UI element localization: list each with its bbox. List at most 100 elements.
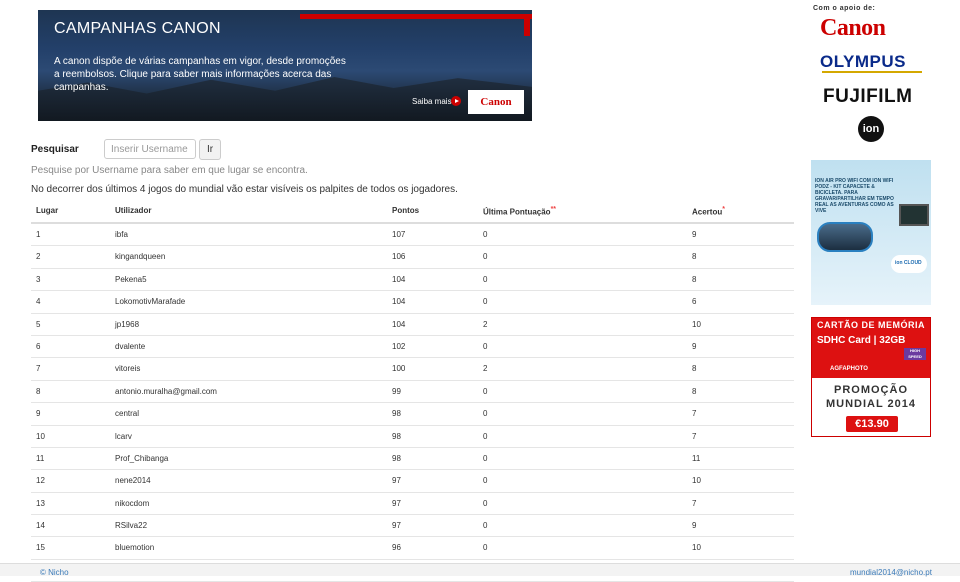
footer-copyright-link[interactable]: © Nicho	[40, 568, 69, 577]
footer-email-link[interactable]: mundial2014@nicho.pt	[850, 568, 932, 577]
cell-ultima: 0	[483, 409, 488, 419]
header-ultima-pontuacao[interactable]: Última Pontuação**	[483, 206, 556, 217]
cell-acertou: 9	[692, 230, 697, 239]
olympus-logo-underline	[822, 71, 922, 73]
table-row: 13 nikocdom 97 0 7	[31, 493, 794, 516]
header-acertou[interactable]: Acertou*	[692, 206, 725, 217]
cell-lugar: 12	[36, 476, 45, 486]
cell-pontos: 98	[392, 431, 401, 441]
cell-acertou: 6	[692, 297, 697, 307]
cell-lugar: 8	[36, 386, 41, 396]
table-row: 12 nene2014 97 0 10	[31, 470, 794, 493]
cell-ultima: 0	[483, 476, 488, 486]
header-pontos[interactable]: Pontos	[392, 206, 419, 215]
ion-logo[interactable]: ion	[858, 116, 884, 142]
cell-acertou: 9	[692, 341, 697, 351]
ion-camera-ad[interactable]: ION AIR PRO WIFI COM ION WIFI PODZ - KIT…	[811, 160, 931, 305]
table-row: 8 antonio.muralha@gmail.com 99 0 8	[31, 381, 794, 404]
ranking-table: Lugar Utilizador Pontos Última Pontuação…	[31, 200, 794, 582]
cell-ultima: 0	[483, 274, 488, 284]
banner-title: CAMPANHAS CANON	[54, 20, 221, 37]
cell-lugar: 2	[36, 252, 41, 262]
olympus-logo[interactable]: OLYMPUS	[820, 52, 906, 72]
table-row: 15 bluemotion 96 0 10	[31, 537, 794, 560]
cell-lugar: 5	[36, 319, 41, 329]
fujifilm-logo[interactable]: FUJIFILM	[823, 86, 913, 108]
header-lugar[interactable]: Lugar	[36, 206, 58, 215]
cell-pontos: 96	[392, 543, 401, 553]
sponsor-label: Com o apoio de:	[813, 5, 876, 12]
table-body: 1 ibfa 107 0 9 2 kingandqueen 106 0 8 3 Pekena5 104 0…	[31, 224, 794, 582]
agfa-price-badge: €13.90	[846, 416, 898, 432]
cell-acertou: 9	[692, 521, 697, 531]
cell-utilizador: central	[115, 409, 140, 419]
banner-cta[interactable]: Saiba mais	[412, 97, 452, 106]
agfa-ad-line2: SDHC Card | 32GB	[817, 335, 906, 346]
cell-acertou: 10	[692, 476, 701, 486]
cell-pontos: 98	[392, 409, 401, 419]
cell-lugar: 7	[36, 364, 41, 374]
cell-acertou: 10	[692, 543, 701, 553]
cell-acertou: 7	[692, 431, 697, 441]
agfaphoto-brand: AGFAPHOTO	[830, 366, 868, 372]
cell-utilizador: dvalente	[115, 341, 146, 351]
header-ultima-label: Última Pontuação	[483, 207, 551, 217]
cell-lugar: 9	[36, 409, 41, 419]
canon-logo[interactable]: Canon	[820, 15, 886, 42]
cell-pontos: 104	[392, 297, 406, 307]
canon-campaign-banner[interactable]: CAMPANHAS CANON A canon dispõe de várias…	[38, 10, 532, 121]
predictions-note: No decorrer dos últimos 4 jogos do mundi…	[31, 184, 458, 195]
search-help-text: Pesquise por Username para saber em que …	[31, 165, 308, 176]
header-acertou-label: Acertou	[692, 207, 723, 217]
cell-utilizador: vitoreis	[115, 364, 141, 374]
cell-ultima: 0	[483, 297, 488, 307]
cell-utilizador: RSilva22	[115, 521, 148, 531]
tablet-icon	[899, 204, 929, 226]
cell-ultima: 0	[483, 386, 488, 396]
cell-lugar: 10	[36, 431, 45, 441]
agfa-promo-line2: MUNDIAL 2014	[825, 398, 917, 410]
cell-utilizador: bluemotion	[115, 543, 155, 553]
agfa-ad-line1: CARTÃO DE MEMÓRIA	[817, 320, 925, 330]
cell-lugar: 1	[36, 230, 41, 239]
cell-utilizador: jp1968	[115, 319, 140, 329]
cell-utilizador: kingandqueen	[115, 252, 166, 262]
cell-lugar: 4	[36, 297, 41, 307]
cell-utilizador: Prof_Chibanga	[115, 453, 169, 463]
agfa-memory-card-ad[interactable]: CARTÃO DE MEMÓRIA SDHC Card | 32GB HIGH …	[811, 317, 931, 437]
cell-pontos: 98	[392, 453, 401, 463]
cell-pontos: 102	[392, 341, 406, 351]
table-row: 1 ibfa 107 0 9	[31, 224, 794, 247]
table-row: 2 kingandqueen 106 0 8	[31, 246, 794, 269]
cell-acertou: 7	[692, 498, 697, 508]
cell-ultima: 0	[483, 341, 488, 351]
banner-text: A canon dispõe de várias campanhas em vi…	[54, 56, 346, 93]
cell-lugar: 3	[36, 274, 41, 284]
cell-ultima: 0	[483, 453, 488, 463]
cell-lugar: 15	[36, 543, 45, 553]
table-row: 11 Prof_Chibanga 98 0 11	[31, 448, 794, 471]
cell-lugar: 6	[36, 341, 41, 351]
cell-utilizador: Pekena5	[115, 274, 147, 284]
footer-bar	[0, 563, 960, 576]
agfa-promo-line1: PROMOÇÃO	[834, 384, 908, 396]
search-button[interactable]: Ir	[199, 139, 221, 160]
cell-acertou: 7	[692, 409, 697, 419]
play-icon[interactable]	[451, 96, 461, 106]
banner-red-corner	[524, 14, 530, 36]
cell-lugar: 14	[36, 521, 45, 531]
cell-pontos: 104	[392, 274, 406, 284]
table-row: 10 lcarv 98 0 7	[31, 426, 794, 448]
cell-utilizador: nikocdom	[115, 498, 150, 508]
cell-acertou: 10	[692, 319, 701, 329]
cell-ultima: 0	[483, 498, 488, 508]
cell-lugar: 13	[36, 498, 45, 508]
footnote-mark: *	[722, 206, 725, 213]
camera-icon	[817, 222, 873, 252]
search-input[interactable]	[104, 139, 196, 159]
table-row: 9 central 98 0 7	[31, 403, 794, 426]
banner-red-stripe	[300, 14, 532, 19]
cell-acertou: 8	[692, 274, 697, 284]
header-utilizador[interactable]: Utilizador	[115, 206, 151, 215]
table-header: Lugar Utilizador Pontos Última Pontuação…	[31, 200, 794, 224]
